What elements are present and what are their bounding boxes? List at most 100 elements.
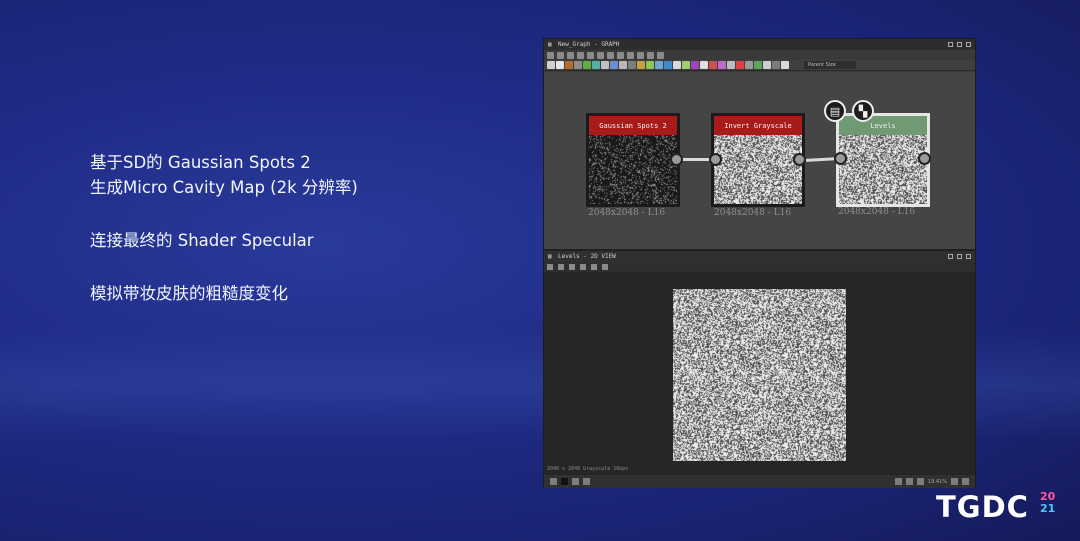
checker-preview-icon[interactable]: ▚ bbox=[852, 100, 874, 122]
select-icon[interactable] bbox=[547, 51, 554, 59]
directional-icon[interactable] bbox=[619, 61, 627, 69]
input-port[interactable] bbox=[834, 152, 847, 165]
transform-icon[interactable] bbox=[727, 61, 735, 69]
actual-size-icon[interactable] bbox=[916, 478, 924, 485]
tile-icon[interactable] bbox=[580, 264, 586, 270]
node-resolution: 2048x2048 - L16 bbox=[588, 208, 666, 218]
link-icon[interactable] bbox=[607, 51, 614, 59]
normal-icon[interactable] bbox=[691, 61, 699, 69]
info-icon[interactable] bbox=[591, 264, 597, 270]
text-icon[interactable] bbox=[718, 61, 726, 69]
node-levels[interactable]: Levels bbox=[836, 113, 930, 207]
grayscale-icon[interactable] bbox=[664, 61, 672, 69]
float-icon[interactable] bbox=[957, 42, 962, 47]
node-title: Invert Grayscale bbox=[714, 116, 802, 135]
atomic-node-icon[interactable] bbox=[547, 61, 555, 69]
parent-size-dropdown[interactable]: Parent Size bbox=[804, 61, 856, 69]
pin-icon[interactable] bbox=[948, 42, 953, 47]
node-title: Gaussian Spots 2 bbox=[589, 116, 677, 135]
blend-icon[interactable] bbox=[583, 61, 591, 69]
emboss-icon[interactable] bbox=[637, 61, 645, 69]
node-library-toolbar: Parent Size bbox=[544, 60, 975, 71]
levels-icon[interactable] bbox=[682, 61, 690, 69]
pan-icon[interactable] bbox=[557, 51, 564, 59]
sharpen-icon[interactable] bbox=[709, 61, 717, 69]
curve-icon[interactable] bbox=[610, 61, 618, 69]
node-invert-grayscale[interactable]: Invert Grayscale bbox=[711, 113, 805, 207]
blur-icon[interactable] bbox=[592, 61, 600, 69]
black-swatch-icon[interactable] bbox=[561, 478, 568, 485]
dot-icon[interactable] bbox=[781, 61, 789, 69]
align-icon[interactable] bbox=[617, 51, 624, 59]
close-icon[interactable] bbox=[966, 42, 971, 47]
output-port[interactable] bbox=[793, 153, 806, 166]
graph-icon: ▦ bbox=[548, 41, 552, 48]
node-title: Levels bbox=[839, 116, 927, 135]
graph-panel-title: New_Graph - GRAPH bbox=[558, 41, 620, 48]
node-resolution: 2048x2048 - L16 bbox=[714, 208, 792, 218]
grid-toggle-icon[interactable] bbox=[894, 478, 902, 485]
close-icon[interactable] bbox=[966, 254, 971, 259]
node-thumbnail bbox=[714, 135, 802, 204]
logo-year: 20 21 bbox=[1040, 491, 1055, 515]
uniform-color-icon[interactable] bbox=[556, 61, 564, 69]
slide-text-block: 基于SD的 Gaussian Spots 2 生成Micro Cavity Ma… bbox=[90, 150, 358, 306]
output-port[interactable] bbox=[670, 153, 683, 166]
2d-view-panel: ▦ Levels - 2D VIEW 2048 x 2048 Grayscale… bbox=[544, 249, 975, 488]
fit-icon[interactable] bbox=[905, 478, 913, 485]
save-icon[interactable] bbox=[558, 264, 564, 270]
node-thumbnail bbox=[839, 135, 927, 204]
tgdc-logo: TGDC 20 21 bbox=[936, 488, 1056, 524]
layout-icon[interactable] bbox=[627, 51, 634, 59]
warp-icon[interactable] bbox=[736, 61, 744, 69]
info-icon[interactable] bbox=[577, 51, 584, 59]
node-thumbnail bbox=[589, 135, 677, 204]
document-output-icon[interactable]: ▤ bbox=[824, 100, 846, 122]
zoom-level[interactable]: 19.41% bbox=[928, 479, 947, 485]
gradient-icon[interactable] bbox=[655, 61, 663, 69]
snap-icon[interactable] bbox=[647, 51, 654, 59]
2d-view-titlebar[interactable]: ▦ Levels - 2D VIEW bbox=[544, 251, 975, 262]
layers-icon[interactable] bbox=[583, 478, 590, 485]
histogram-icon[interactable] bbox=[602, 264, 608, 270]
2d-view-statusbar: 19.41% bbox=[544, 475, 975, 488]
slide-line-3: 连接最终的 Shader Specular bbox=[90, 231, 314, 250]
2d-view-title: Levels - 2D VIEW bbox=[558, 253, 616, 260]
refresh-icon[interactable] bbox=[547, 264, 553, 270]
2d-view-canvas[interactable]: 2048 x 2048 Grayscale 16bpc bbox=[544, 272, 975, 475]
tools-icon[interactable] bbox=[637, 51, 644, 59]
settings-icon[interactable] bbox=[572, 478, 579, 485]
node-gaussian-spots-2[interactable]: Gaussian Spots 2 bbox=[586, 113, 680, 207]
zoom-in-icon[interactable] bbox=[951, 478, 958, 485]
comment-icon[interactable] bbox=[754, 61, 762, 69]
slide-line-1: 基于SD的 Gaussian Spots 2 bbox=[90, 153, 311, 172]
zoom-icon[interactable] bbox=[587, 51, 594, 59]
output-port[interactable] bbox=[918, 152, 931, 165]
frame-node-icon[interactable] bbox=[763, 61, 771, 69]
distance-icon[interactable] bbox=[628, 61, 636, 69]
graph-canvas[interactable]: Gaussian Spots 2 2048x2048 - L16 Invert … bbox=[544, 72, 975, 249]
pin-node-icon[interactable] bbox=[772, 61, 780, 69]
2d-view-toolbar bbox=[544, 262, 975, 272]
fxmap-icon[interactable] bbox=[646, 61, 654, 69]
hsl-icon[interactable] bbox=[673, 61, 681, 69]
grid-icon[interactable] bbox=[657, 51, 664, 59]
color-picker-icon[interactable] bbox=[550, 478, 557, 485]
slide-line-4: 模拟带妆皮肤的粗糙度变化 bbox=[90, 284, 288, 303]
pixel-processor-icon[interactable] bbox=[700, 61, 708, 69]
substance-designer-window: ▦ New_Graph - GRAPH Parent Size Gaussian… bbox=[543, 38, 976, 488]
output-icon[interactable] bbox=[745, 61, 753, 69]
node-resolution: 2048x2048 - L16 bbox=[838, 207, 916, 217]
graph-panel-titlebar[interactable]: ▦ New_Graph - GRAPH bbox=[544, 39, 975, 50]
pin-icon[interactable] bbox=[948, 254, 953, 259]
camera-icon[interactable] bbox=[567, 51, 574, 59]
bitmap-icon[interactable] bbox=[565, 61, 573, 69]
svg-icon[interactable] bbox=[574, 61, 582, 69]
input-port[interactable] bbox=[709, 153, 722, 166]
channels-icon[interactable] bbox=[601, 61, 609, 69]
zoom-out-icon[interactable] bbox=[962, 478, 969, 485]
channels-icon[interactable] bbox=[569, 264, 575, 270]
frame-icon[interactable] bbox=[597, 51, 604, 59]
float-icon[interactable] bbox=[957, 254, 962, 259]
logo-year-bottom: 21 bbox=[1040, 502, 1056, 515]
